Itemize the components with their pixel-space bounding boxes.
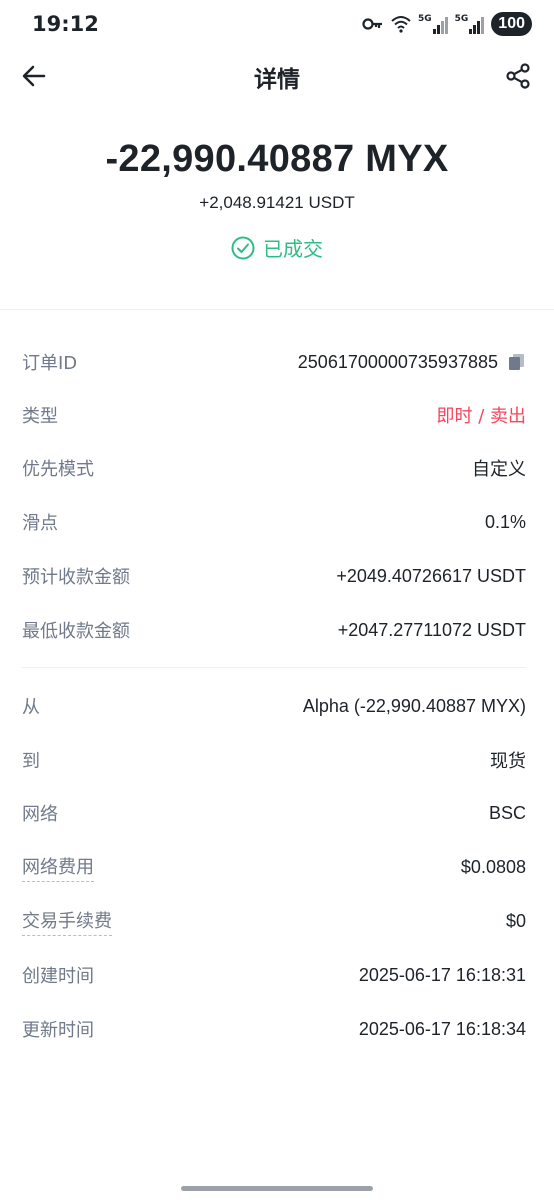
trading-fee-label[interactable]: 交易手续费 [22, 907, 112, 936]
row-network-fee: 网络费用 $0.0808 [22, 847, 526, 887]
network-label: 网络 [22, 804, 58, 825]
slippage-value: 0.1% [484, 511, 526, 532]
network-type-2: 5G [454, 13, 469, 24]
sub-amount: +2,048.91421 USDT [199, 193, 355, 212]
trading-fee-value: $0 [505, 910, 526, 931]
type-label: 类型 [22, 406, 58, 427]
status-icons: 5G 5G 100 [362, 12, 532, 36]
section-divider [0, 309, 554, 310]
share-icon [506, 63, 530, 89]
order-id-label: 订单ID [22, 353, 78, 374]
type-value: 即时 / 卖出 [436, 406, 526, 427]
copy-icon[interactable] [508, 353, 526, 371]
battery-indicator: 100 [491, 12, 532, 36]
row-priority-mode: 优先模式 自定义 [22, 448, 526, 488]
to-value: 现货 [490, 751, 526, 772]
slippage-label: 滑点 [22, 513, 58, 534]
row-type: 类型 即时 / 卖出 [22, 395, 526, 435]
network-fee-label[interactable]: 网络费用 [22, 853, 94, 882]
order-summary: -22,990.40887 MYX +2,048.91421 USDT 已成交 [0, 138, 554, 262]
row-order-id: 订单ID 25061700000735937885 [22, 342, 526, 382]
share-button[interactable] [504, 62, 532, 90]
row-network: 网络 BSC [22, 793, 526, 833]
updated-time-label: 更新时间 [22, 1020, 94, 1041]
from-label: 从 [22, 697, 40, 718]
status-text: 已成交 [263, 237, 323, 261]
expected-receive-value: +2049.40726617 USDT [336, 565, 526, 586]
min-receive-label: 最低收款金额 [22, 621, 130, 642]
page-title: 详情 [254, 67, 300, 93]
network-type-1: 5G [417, 13, 432, 24]
status-bar: 19:12 5G 5G 100 [0, 0, 554, 52]
row-from: 从 Alpha (-22,990.40887 MYX) [22, 686, 526, 726]
from-value: Alpha (-22,990.40887 MYX) [302, 695, 526, 716]
status-time: 19:12 [32, 12, 99, 36]
order-id-value-wrap: 25061700000735937885 [298, 352, 526, 373]
order-status: 已成交 [0, 233, 554, 262]
updated-time-value: 2025-06-17 16:18:34 [358, 1018, 526, 1039]
priority-mode-label: 优先模式 [22, 459, 94, 480]
network-fee-value: $0.0808 [460, 856, 526, 877]
row-trading-fee: 交易手续费 $0 [22, 901, 526, 941]
order-id-value: 25061700000735937885 [297, 351, 498, 372]
row-slippage: 滑点 0.1% [22, 502, 526, 542]
home-indicator[interactable] [181, 1186, 373, 1191]
header: 详情 [0, 52, 554, 100]
row-min-receive: 最低收款金额 +2047.27711072 USDT [22, 610, 526, 650]
to-label: 到 [22, 751, 40, 772]
key-icon [362, 16, 384, 32]
main-amount: -22,990.40887 MYX [105, 138, 449, 180]
row-created-time: 创建时间 2025-06-17 16:18:31 [22, 955, 526, 995]
priority-mode-value: 自定义 [472, 459, 526, 480]
min-receive-value: +2047.27711072 USDT [337, 619, 526, 640]
expected-receive-label: 预计收款金额 [22, 567, 130, 588]
wifi-icon [390, 14, 412, 34]
network-value: BSC [488, 802, 526, 823]
inner-divider [22, 667, 526, 668]
signal-icon-1: 5G [417, 13, 449, 34]
row-to: 到 现货 [22, 740, 526, 780]
created-time-value: 2025-06-17 16:18:31 [358, 964, 526, 985]
row-expected-receive: 预计收款金额 +2049.40726617 USDT [22, 556, 526, 596]
row-updated-time: 更新时间 2025-06-17 16:18:34 [22, 1009, 526, 1049]
signal-icon-2: 5G [454, 13, 486, 34]
created-time-label: 创建时间 [22, 966, 94, 987]
order-detail-page: 19:12 5G 5G 100 详情 -22,990.40887 MYX +2,… [0, 0, 554, 1200]
check-circle-icon [231, 236, 255, 259]
